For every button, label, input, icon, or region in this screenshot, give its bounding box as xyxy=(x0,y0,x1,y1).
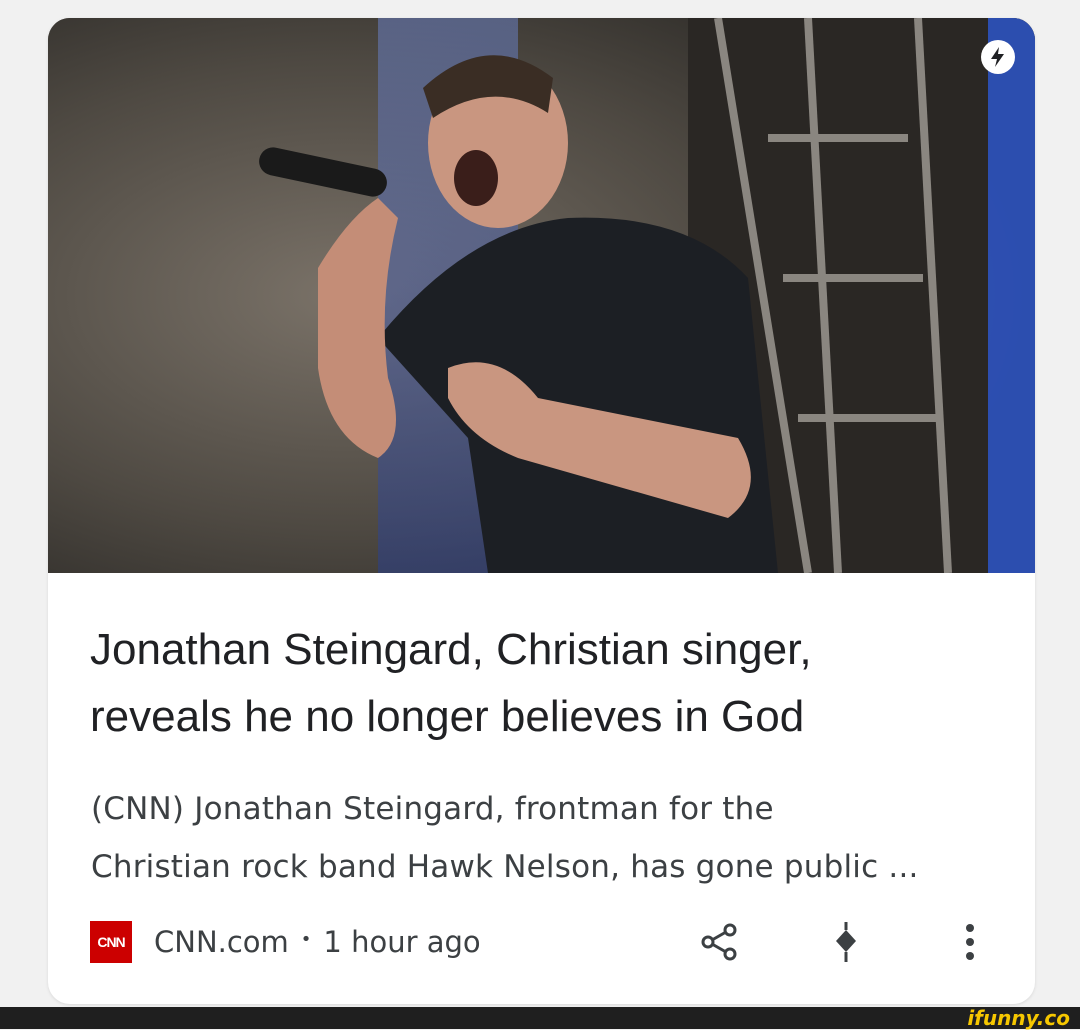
meta-separator: • xyxy=(300,928,312,950)
ifunny-watermark: ifunny.co xyxy=(967,1006,1070,1030)
singer-photo xyxy=(48,18,1035,573)
share-icon[interactable] xyxy=(697,920,741,964)
source-row: CNN CNN.com • 1 hour ago xyxy=(90,920,481,964)
snippet-line-1: (CNN) Jonathan Steingard, frontman for t… xyxy=(91,791,774,827)
snippet-line-2: Christian rock band Hawk Nelson, has gon… xyxy=(91,849,919,885)
headline-line-1: Jonathan Steingard, Christian singer, xyxy=(90,625,812,674)
news-card[interactable]: Jonathan Steingard, Christian singer, re… xyxy=(48,18,1035,1004)
amp-lightning-icon xyxy=(981,40,1015,74)
article-headline[interactable]: Jonathan Steingard, Christian singer, re… xyxy=(90,616,990,750)
article-snippet: (CNN) Jonathan Steingard, frontman for t… xyxy=(91,780,991,896)
source-name[interactable]: CNN.com xyxy=(154,925,289,959)
more-vert-icon[interactable] xyxy=(948,920,992,964)
watermark-bar: ifunny.co xyxy=(0,1007,1080,1029)
publish-time: 1 hour ago xyxy=(323,925,481,959)
cnn-logo: CNN xyxy=(90,921,132,963)
headline-line-2: reveals he no longer believes in God xyxy=(90,692,805,741)
pin-icon[interactable] xyxy=(824,920,868,964)
article-image[interactable] xyxy=(48,18,1035,573)
